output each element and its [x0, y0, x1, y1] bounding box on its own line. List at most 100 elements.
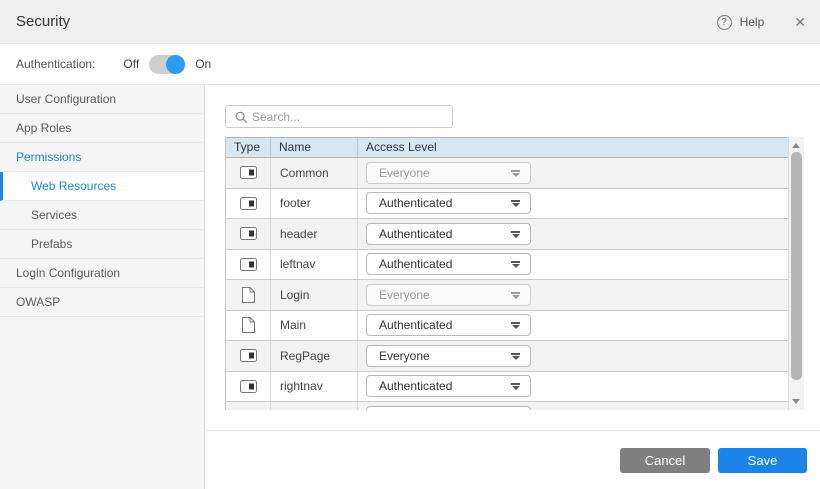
type-cell: [226, 158, 271, 188]
search-icon: [235, 111, 248, 129]
type-cell: [226, 189, 271, 219]
scrollbar-thumb[interactable]: [791, 152, 802, 380]
partial-icon: [240, 197, 257, 210]
authentication-toggle[interactable]: [149, 55, 185, 74]
access-level-select: Everyone: [366, 284, 531, 306]
footer-divider: [206, 430, 820, 431]
access-level-value: Authenticated: [367, 196, 452, 210]
access-cell: Everyone: [358, 158, 788, 188]
sidebar-item-web-resources[interactable]: Web Resources: [0, 172, 204, 201]
table-row: Login Everyone: [226, 280, 788, 311]
access-level-select[interactable]: Authenticated: [366, 192, 531, 214]
access-level-value: Authenticated: [367, 379, 452, 393]
chevron-down-icon: [511, 261, 520, 268]
scroll-down-icon[interactable]: [792, 399, 800, 404]
sidebar-item-services[interactable]: Services: [0, 201, 204, 230]
partial-icon: [240, 227, 257, 240]
page-icon: [242, 317, 255, 333]
chevron-down-icon: [511, 170, 520, 177]
type-cell: [226, 219, 271, 249]
type-cell: [226, 341, 271, 371]
access-cell: Authenticated: [358, 311, 788, 341]
grid-body: CommonEveryonefooterAuthenticatedheaderA…: [226, 158, 788, 410]
type-cell: [226, 311, 271, 341]
access-level-select[interactable]: Authenticated: [366, 253, 531, 275]
partial-icon: [240, 349, 257, 362]
access-level-select[interactable]: Authenticated: [366, 375, 531, 397]
access-level-select[interactable]: Everyone: [366, 345, 531, 367]
sidebar-nav: User ConfigurationApp RolesPermissionsWe…: [0, 85, 205, 489]
column-header-name: Name: [271, 138, 358, 157]
toggle-off-label: Off: [123, 57, 139, 71]
column-header-type: Type: [226, 138, 271, 157]
table-row: RegPageEveryone: [226, 341, 788, 372]
type-cell: [226, 402, 271, 410]
scroll-up-icon[interactable]: [792, 143, 800, 148]
dialog-header: Security ? Help ✕: [0, 0, 820, 44]
resource-name: [271, 402, 358, 410]
type-cell: [226, 250, 271, 280]
access-cell: Everyone: [358, 341, 788, 371]
access-level-value: Everyone: [367, 349, 430, 363]
column-header-access-level: Access Level: [358, 138, 788, 157]
table-row: headerAuthenticated: [226, 219, 788, 250]
toggle-on-label: On: [195, 57, 211, 71]
search-input[interactable]: [252, 106, 450, 127]
help-icon[interactable]: ?: [717, 15, 732, 30]
authentication-row: Authentication: Off On: [0, 44, 820, 85]
sidebar-item-owasp[interactable]: OWASP: [0, 288, 204, 317]
toggle-knob: [166, 55, 185, 74]
main-panel: TypeNameAccess Level Common Everyone foote…: [206, 85, 820, 489]
sidebar-item-login-configuration[interactable]: Login Configuration: [0, 259, 204, 288]
resource-name: Common: [271, 158, 358, 188]
access-level-value: Authenticated: [367, 227, 452, 241]
save-button[interactable]: Save: [718, 448, 807, 473]
access-level-value: Everyone: [367, 288, 430, 302]
type-cell: [226, 372, 271, 402]
security-dialog: Security ? Help ✕ Authentication: Off On…: [0, 0, 820, 489]
table-row: Main Authenticated: [226, 311, 788, 342]
access-level-value: Everyone: [367, 166, 430, 180]
access-cell: Authenticated: [358, 219, 788, 249]
access-level-select[interactable]: Authenticated: [366, 223, 531, 245]
chevron-down-icon: [511, 322, 520, 329]
chevron-down-icon: [511, 383, 520, 390]
access-level-select: Everyone: [366, 162, 531, 184]
page-icon: [242, 287, 255, 303]
authentication-label: Authentication:: [16, 57, 95, 71]
sidebar-item-app-roles[interactable]: App Roles: [0, 114, 204, 143]
partial-icon: [240, 258, 257, 271]
resource-name: leftnav: [271, 250, 358, 280]
grid-table: TypeNameAccess Level Common Everyone foote…: [225, 137, 789, 410]
access-level-value: Authenticated: [367, 257, 452, 271]
sidebar-item-permissions[interactable]: Permissions: [0, 143, 204, 172]
cancel-button[interactable]: Cancel: [620, 448, 710, 473]
table-row: footer Authenticated: [226, 189, 788, 220]
chevron-down-icon: [511, 231, 520, 238]
chevron-down-icon: [511, 353, 520, 360]
resource-name: footer: [271, 189, 358, 219]
sidebar-item-user-configuration[interactable]: User Configuration: [0, 85, 204, 114]
page-title: Security: [16, 13, 70, 30]
close-icon[interactable]: ✕: [794, 15, 806, 29]
access-cell: Authenticated: [358, 250, 788, 280]
partial-icon: [240, 380, 257, 393]
resources-grid: TypeNameAccess Level Common Everyone foote…: [225, 137, 804, 410]
table-row: Common Everyone: [226, 158, 788, 189]
table-row: rightnavAuthenticated: [226, 372, 788, 403]
chevron-down-icon: [511, 292, 520, 299]
access-level-select[interactable]: Authenticated: [366, 314, 531, 336]
resource-name: Login: [271, 280, 358, 310]
header-actions: ? Help ✕: [717, 0, 806, 44]
search-box: [225, 105, 453, 128]
help-button[interactable]: Help: [740, 15, 765, 29]
type-cell: [226, 280, 271, 310]
access-cell: Authenticated: [358, 372, 788, 402]
table-row: [226, 402, 788, 410]
chevron-down-icon: [511, 200, 520, 207]
resource-name: Main: [271, 311, 358, 341]
table-scrollbar[interactable]: [789, 137, 804, 410]
access-level-select[interactable]: [366, 406, 531, 410]
sidebar-item-prefabs[interactable]: Prefabs: [0, 230, 204, 259]
partial-icon: [240, 166, 257, 179]
